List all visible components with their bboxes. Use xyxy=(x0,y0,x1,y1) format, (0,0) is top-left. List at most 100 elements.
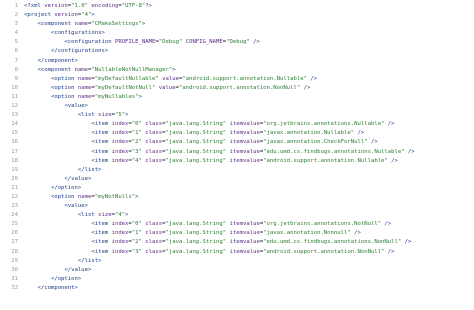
token-attr: itemvalue xyxy=(229,139,260,146)
code-line[interactable]: 9 <option name="myDefaultNullable" value… xyxy=(0,75,474,84)
code-text[interactable]: <item index="2" class="java.lang.String"… xyxy=(24,238,411,247)
code-line[interactable]: 2 <project version="4"> xyxy=(0,11,474,20)
code-line[interactable]: 5 <configuration PROFILE_NAME="Debug" CO… xyxy=(0,38,474,47)
code-line[interactable]: 31 </option> xyxy=(0,275,474,284)
code-line[interactable]: 19 </list> xyxy=(0,166,474,175)
code-line[interactable]: 15 <item index="1" class="java.lang.Stri… xyxy=(0,129,474,138)
code-text[interactable]: </component> xyxy=(24,284,77,293)
code-text[interactable]: <item index="1" class="java.lang.String"… xyxy=(24,229,361,238)
code-editor[interactable]: 1 <?xml version="1.0" encoding="UTF-8"?> 2… xyxy=(0,0,474,310)
code-text[interactable]: </option> xyxy=(24,275,81,284)
token-str: "java.lang.String" xyxy=(165,148,227,155)
code-text[interactable]: <value> xyxy=(24,102,88,111)
token-tag: <option xyxy=(50,75,78,82)
code-text[interactable]: </value> xyxy=(24,175,91,184)
code-line[interactable]: 23 <value> xyxy=(0,202,474,211)
code-line[interactable]: 14 <item index="0" class="java.lang.Stri… xyxy=(0,120,474,129)
code-line[interactable]: 32 </component> xyxy=(0,284,474,293)
token-tag: <option xyxy=(50,93,78,100)
line-number: 29 xyxy=(11,257,18,264)
token-str: "java.lang.String" xyxy=(165,248,227,255)
code-text[interactable]: <configurations> xyxy=(24,29,105,38)
token-attr: name xyxy=(74,66,89,73)
code-text[interactable]: <item index="2" class="java.lang.String"… xyxy=(24,138,377,147)
token-tag: <option xyxy=(50,84,78,91)
code-line[interactable]: 12 <value> xyxy=(0,102,474,111)
code-line[interactable]: 28 <item index="3" class="java.lang.Stri… xyxy=(0,248,474,257)
code-text[interactable]: <list size="5"> xyxy=(24,111,129,120)
code-text[interactable]: </value> xyxy=(24,266,91,275)
token-str: "android.support.annotation.Nullable" xyxy=(182,75,307,82)
token-attr: version xyxy=(44,3,68,9)
code-line[interactable]: 8 <component name="NullableNotNullManage… xyxy=(0,66,474,75)
token-attr: index xyxy=(111,230,129,237)
code-line[interactable]: 25 <item index="0" class="java.lang.Stri… xyxy=(0,220,474,229)
token-str: "java.lang.String" xyxy=(165,230,227,237)
token-str: "java.lang.String" xyxy=(165,221,227,228)
token-tag: /> xyxy=(401,239,412,246)
code-line[interactable]: 29 </list> xyxy=(0,257,474,266)
code-line[interactable]: 4 <configurations> xyxy=(0,29,474,38)
code-text[interactable]: <configuration PROFILE_NAME="Debug" CONF… xyxy=(24,38,259,47)
token-tag: </option> xyxy=(50,184,82,191)
token-tag: </component> xyxy=(37,57,78,64)
code-text[interactable]: <option name="myDefaultNullable" value="… xyxy=(24,75,317,84)
code-line[interactable]: 20 </value> xyxy=(0,175,474,184)
code-text[interactable]: <item index="1" class="java.lang.String"… xyxy=(24,129,364,138)
code-text[interactable]: </component> xyxy=(24,57,78,66)
code-text[interactable]: <item index="0" class="java.lang.String"… xyxy=(24,220,391,229)
code-line[interactable]: 7 </component> xyxy=(0,57,474,66)
code-line[interactable]: 22 <option name="myNotNulls"> xyxy=(0,193,474,202)
code-text[interactable]: <item index="3" class="java.lang.String"… xyxy=(24,148,414,157)
token-attr: class xyxy=(145,121,163,128)
code-text[interactable]: <component name="NullableNotNullManager"… xyxy=(24,66,175,75)
token-attr: PROFILE_NAME xyxy=(114,39,156,46)
code-text[interactable]: <item index="3" class="java.lang.String"… xyxy=(24,248,394,257)
code-line[interactable]: 27 <item index="2" class="java.lang.Stri… xyxy=(0,238,474,247)
code-line[interactable]: 6 </configurations> xyxy=(0,47,474,56)
code-text[interactable]: </list> xyxy=(24,257,102,266)
token-str: "myDefaultNotNull" xyxy=(94,84,156,91)
code-line[interactable]: 3 <component name="CMakeSettings"> xyxy=(0,20,474,29)
line-number: 23 xyxy=(11,203,18,210)
code-text[interactable]: <project version="4"> xyxy=(24,11,95,20)
code-text[interactable]: <option name="myNullables"> xyxy=(24,93,142,102)
code-text[interactable]: </list> xyxy=(24,166,102,175)
code-line[interactable]: 17 <item index="3" class="java.lang.Stri… xyxy=(0,148,474,157)
token-str: "java.lang.String" xyxy=(165,239,227,246)
code-text[interactable]: <?xml version="1.0" encoding="UTF-8"?> xyxy=(24,2,152,11)
code-text[interactable]: <item index="4" class="java.lang.String"… xyxy=(24,157,398,166)
code-text[interactable]: </configurations> xyxy=(24,47,108,56)
code-text[interactable]: <option name="myNotNulls"> xyxy=(24,193,139,202)
code-text[interactable]: <component name="CMakeSettings"> xyxy=(24,20,145,29)
code-line[interactable]: 11 <option name="myNullables"> xyxy=(0,93,474,102)
token-attr: name xyxy=(74,21,89,28)
code-line[interactable]: 10 <option name="myDefaultNotNull" value… xyxy=(0,84,474,93)
token-attr: class xyxy=(145,130,163,137)
code-line[interactable]: 13 <list size="5"> xyxy=(0,111,474,120)
code-line[interactable]: 21 </option> xyxy=(0,184,474,193)
code-text[interactable]: <value> xyxy=(24,202,88,211)
code-line[interactable]: 26 <item index="1" class="java.lang.Stri… xyxy=(0,229,474,238)
token-tag: </value> xyxy=(64,175,92,182)
code-line[interactable]: 18 <item index="4" class="java.lang.Stri… xyxy=(0,157,474,166)
code-line[interactable]: 16 <item index="2" class="java.lang.Stri… xyxy=(0,138,474,147)
code-line[interactable]: 24 <list size="4"> xyxy=(0,211,474,220)
line-number: 2 xyxy=(14,12,18,19)
code-line[interactable]: 1 <?xml version="1.0" encoding="UTF-8"?> xyxy=(0,2,474,11)
code-line[interactable]: 30 </value> xyxy=(0,266,474,275)
code-text[interactable]: <item index="0" class="java.lang.String"… xyxy=(24,120,394,129)
code-text[interactable]: <list size="4"> xyxy=(24,211,129,220)
token-attr: index xyxy=(111,248,129,255)
code-text[interactable]: </option> xyxy=(24,184,81,193)
code-text[interactable]: <option name="myDefaultNotNull" value="a… xyxy=(24,84,310,93)
code-lines[interactable]: 1 <?xml version="1.0" encoding="UTF-8"?> 2… xyxy=(0,2,474,293)
token-str: "android.support.annotation.NonNull" xyxy=(178,84,301,91)
